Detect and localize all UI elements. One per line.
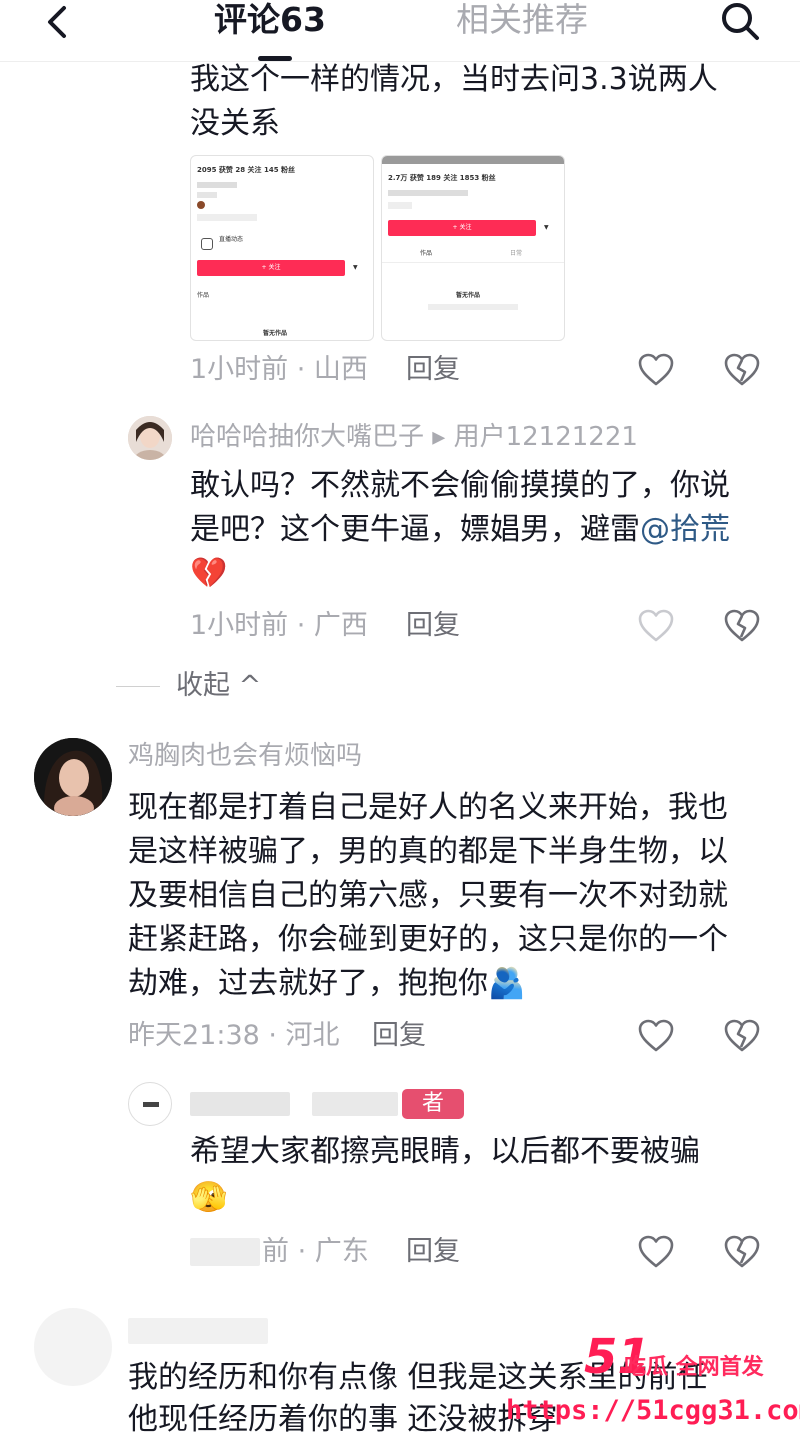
broken-heart-emoji: 💔 (190, 556, 228, 591)
comment-text: 我这个一样的情况，当时去问3.3说两人 (190, 62, 718, 97)
broken-heart-icon[interactable] (722, 1232, 762, 1272)
author-badge: 者 (402, 1089, 464, 1119)
profile-bio-line (197, 192, 217, 198)
empty-label: 暂无作品 (263, 330, 288, 337)
reply-button[interactable]: 回复 (406, 352, 460, 388)
tab-related[interactable]: 相关推荐 (456, 0, 588, 42)
comment-username[interactable]: 鸡胸肉也会有烦恼吗 (128, 738, 362, 774)
empty-hint (428, 304, 518, 310)
reply-text: 敢认吗？不然就不会偷偷摸摸的了，你说 (190, 468, 730, 503)
comment-text: 及要相信自己的第六感，只要有一次不对劲就 (128, 878, 728, 913)
reply-button[interactable]: 回复 (406, 608, 460, 644)
dropdown-icon: ▼ (353, 264, 358, 271)
dropdown-icon: ▼ (544, 224, 549, 231)
daily-tab: 日常 (510, 250, 523, 257)
blurred-username (312, 1092, 398, 1116)
broken-heart-icon[interactable] (722, 1016, 762, 1056)
heart-icon[interactable] (636, 606, 676, 646)
watermark-url: https://51cgg31.com (506, 1395, 800, 1426)
emoji-icon (197, 201, 205, 209)
chevron-left-icon[interactable] (36, 2, 80, 46)
avatar[interactable] (34, 738, 112, 816)
peeking-emoji: 🫣 (190, 1180, 228, 1215)
profile-tags (388, 202, 412, 209)
broken-heart-icon[interactable] (722, 350, 762, 390)
follow-button: + 关注 (197, 260, 345, 276)
works-label: 作品 (197, 292, 210, 299)
profile-stats: 2095 获赞 28 关注 145 粉丝 (197, 166, 296, 174)
blurred-username (190, 1092, 290, 1116)
broken-heart-icon[interactable] (722, 606, 762, 646)
reply-button[interactable]: 回复 (372, 1018, 426, 1054)
heart-icon[interactable] (636, 1232, 676, 1272)
reply-meta: 前 · 广东 (262, 1236, 369, 1267)
live-label: 直播动态 (219, 236, 244, 243)
mention-link[interactable]: @拾荒 (640, 512, 730, 547)
camera-icon (201, 238, 213, 250)
avatar[interactable] (128, 1082, 172, 1126)
empty-label: 暂无作品 (456, 292, 481, 299)
reply-username[interactable]: 哈哈哈抽你大嘴巴子 ▸ 用户12121221 (190, 419, 638, 455)
blurred-time (190, 1238, 260, 1266)
hug-emoji: 🫂 (488, 966, 526, 1001)
comment-text: 是这样被骗了，男的真的都是下半身生物，以 (128, 834, 728, 869)
comment-text: 现在都是打着自己是好人的名义来开始，我也 (128, 790, 728, 825)
avatar[interactable] (34, 1308, 112, 1386)
comment-text: 赶紧赶路，你会碰到更好的，这只是你的一个 (128, 922, 728, 957)
blurred-username (128, 1318, 268, 1344)
comment-meta: 昨天21:38 · 河北 (128, 1020, 340, 1051)
avatar[interactable] (128, 416, 172, 460)
works-tab: 作品 (420, 250, 433, 257)
comment-image-right[interactable]: 2.7万 获赞 189 关注 1853 粉丝 + 关注 ▼ 作品 日常 暂无作品 (381, 155, 565, 341)
profile-stats: 2.7万 获赞 189 关注 1853 粉丝 (388, 174, 496, 182)
comment-text: 他现任经历着你的事 还没被拆穿 (128, 1402, 558, 1437)
profile-tags (197, 214, 257, 221)
reply-text: 希望大家都擦亮眼睛，以后都不要被骗 (190, 1134, 700, 1169)
comment-text: 劫难，过去就好了，抱抱你🫂 (128, 966, 526, 1001)
watermark-tagline: 吃瓜 全网首发 (624, 1355, 764, 1380)
profile-banner (382, 156, 564, 164)
comment-meta: 1小时前 · 山西 (190, 354, 368, 385)
profile-bio-line (388, 190, 468, 196)
reply-text: 是吧？这个更牛逼，嫖娼男，避雷@拾荒 (190, 512, 730, 547)
profile-bio-line (197, 182, 237, 188)
search-icon[interactable] (716, 0, 764, 48)
heart-icon[interactable] (636, 350, 676, 390)
tab-comments[interactable]: 评论63 (214, 0, 326, 42)
top-bar: 评论63 相关推荐 (0, 0, 800, 62)
reply-meta: 1小时前 · 广西 (190, 610, 368, 641)
collapse-button[interactable]: 收起 ^ (176, 668, 261, 704)
reply-button[interactable]: 回复 (406, 1234, 460, 1270)
comment-image-left[interactable]: 2095 获赞 28 关注 145 粉丝 直播动态 + 关注 ▼ 作品 暂无作品 (190, 155, 374, 341)
collapse-divider (116, 686, 160, 687)
heart-icon[interactable] (636, 1016, 676, 1056)
tab-divider (382, 262, 564, 263)
follow-button: + 关注 (388, 220, 536, 236)
comment-text: 没关系 (190, 106, 280, 141)
